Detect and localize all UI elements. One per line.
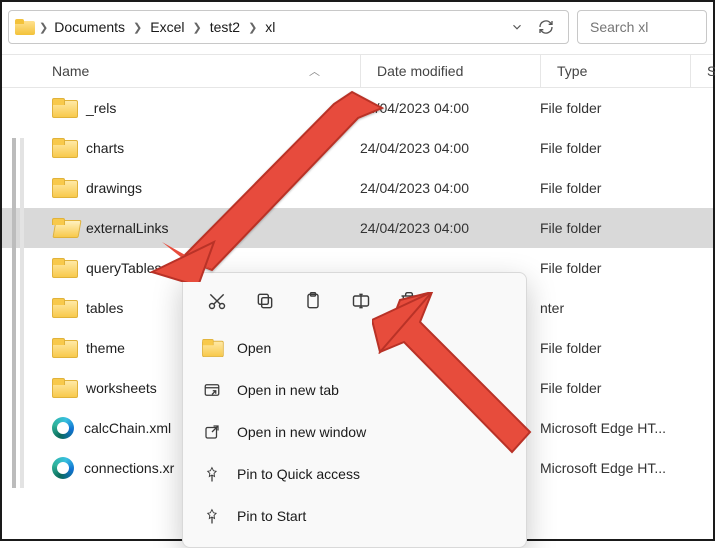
header-name[interactable]: Name ︿ [40,63,360,79]
folder-icon [52,258,76,278]
file-type: File folder [540,220,700,236]
file-date: 24/04/2023 04:00 [360,140,540,156]
copy-icon[interactable] [251,287,279,315]
breadcrumb-item[interactable]: Documents [50,17,129,37]
context-item-open[interactable]: Open [183,327,526,369]
file-date: 24/04/2023 04:00 [360,220,540,236]
newtab-icon [201,381,223,399]
header-size[interactable]: S [690,55,715,87]
context-item-label: Open in new tab [237,382,339,398]
folder-icon [15,19,35,35]
context-iconbar [183,279,526,325]
file-type: nter [540,300,700,316]
context-item-open-in-new-window[interactable]: Open in new window [183,411,526,453]
tree-gutter [12,138,24,488]
header-date[interactable]: Date modified [360,55,540,87]
file-date: 24/04/2023 04:00 [360,180,540,196]
file-name: theme [86,340,125,356]
newwindow-icon [201,423,223,441]
file-type: File folder [540,380,700,396]
file-name: connections.xr [84,460,174,476]
folder-icon [52,98,76,118]
search-box[interactable] [577,10,707,44]
rename-icon[interactable] [347,287,375,315]
context-item-label: Pin to Start [237,508,306,524]
breadcrumb-item[interactable]: xl [261,17,279,37]
sort-asc-icon: ︿ [309,63,360,79]
open-icon [201,338,223,358]
folder-icon [52,378,76,398]
file-type: Microsoft Edge HT... [540,420,700,436]
breadcrumb-item[interactable]: test2 [206,17,244,37]
folder-icon [52,218,76,238]
file-name: queryTables [86,260,162,276]
context-item-label: Open [237,340,271,356]
header-type[interactable]: Type [540,55,690,87]
file-name: tables [86,300,123,316]
context-item-open-in-new-tab[interactable]: Open in new tab [183,369,526,411]
pin-icon [201,507,223,525]
file-row[interactable]: charts 24/04/2023 04:00File folder [2,128,713,168]
pin-icon [201,465,223,483]
file-type: File folder [540,340,700,356]
file-name: calcChain.xml [84,420,171,436]
file-type: File folder [540,140,700,156]
chevron-down-icon[interactable] [510,20,524,34]
file-type: Microsoft Edge HT... [540,460,700,476]
chevron-right-icon: ❯ [190,21,203,34]
context-item-pin-to-quick-access[interactable]: Pin to Quick access [183,453,526,495]
chevron-right-icon: ❯ [246,21,259,34]
file-type: File folder [540,100,700,116]
file-name: drawings [86,180,142,196]
file-row[interactable]: externalLinks 24/04/2023 04:00File folder [2,208,713,248]
folder-icon [52,178,76,198]
file-type: File folder [540,180,700,196]
refresh-icon[interactable] [538,19,554,35]
cut-icon[interactable] [203,287,231,315]
context-menu: Open Open in new tab Open in new window Pin… [182,272,527,548]
context-item-pin-to-start[interactable]: Pin to Start [183,495,526,537]
folder-icon [52,338,76,358]
file-date: 24/04/2023 04:00 [360,100,540,116]
edge-icon [52,457,74,479]
chevron-right-icon: ❯ [37,21,50,34]
file-name: charts [86,140,124,156]
folder-icon [52,138,76,158]
chevron-right-icon: ❯ [131,21,144,34]
delete-icon[interactable] [395,287,423,315]
file-name: _rels [86,100,116,116]
file-row[interactable]: _rels 24/04/2023 04:00File folder [2,88,713,128]
column-headers: Name ︿ Date modified Type S [2,54,713,88]
search-input[interactable] [588,18,696,36]
breadcrumb-item[interactable]: Excel [146,17,188,37]
file-type: File folder [540,260,700,276]
edge-icon [52,417,74,439]
file-name: externalLinks [86,220,169,236]
context-item-label: Pin to Quick access [237,466,360,482]
breadcrumb: Documents ❯ Excel ❯ test2 ❯ xl [50,17,502,37]
context-item-label: Open in new window [237,424,366,440]
file-name: worksheets [86,380,157,396]
address-bar[interactable]: ❯ Documents ❯ Excel ❯ test2 ❯ xl [8,10,569,44]
paste-icon[interactable] [299,287,327,315]
folder-icon [52,298,76,318]
file-row[interactable]: drawings 24/04/2023 04:00File folder [2,168,713,208]
